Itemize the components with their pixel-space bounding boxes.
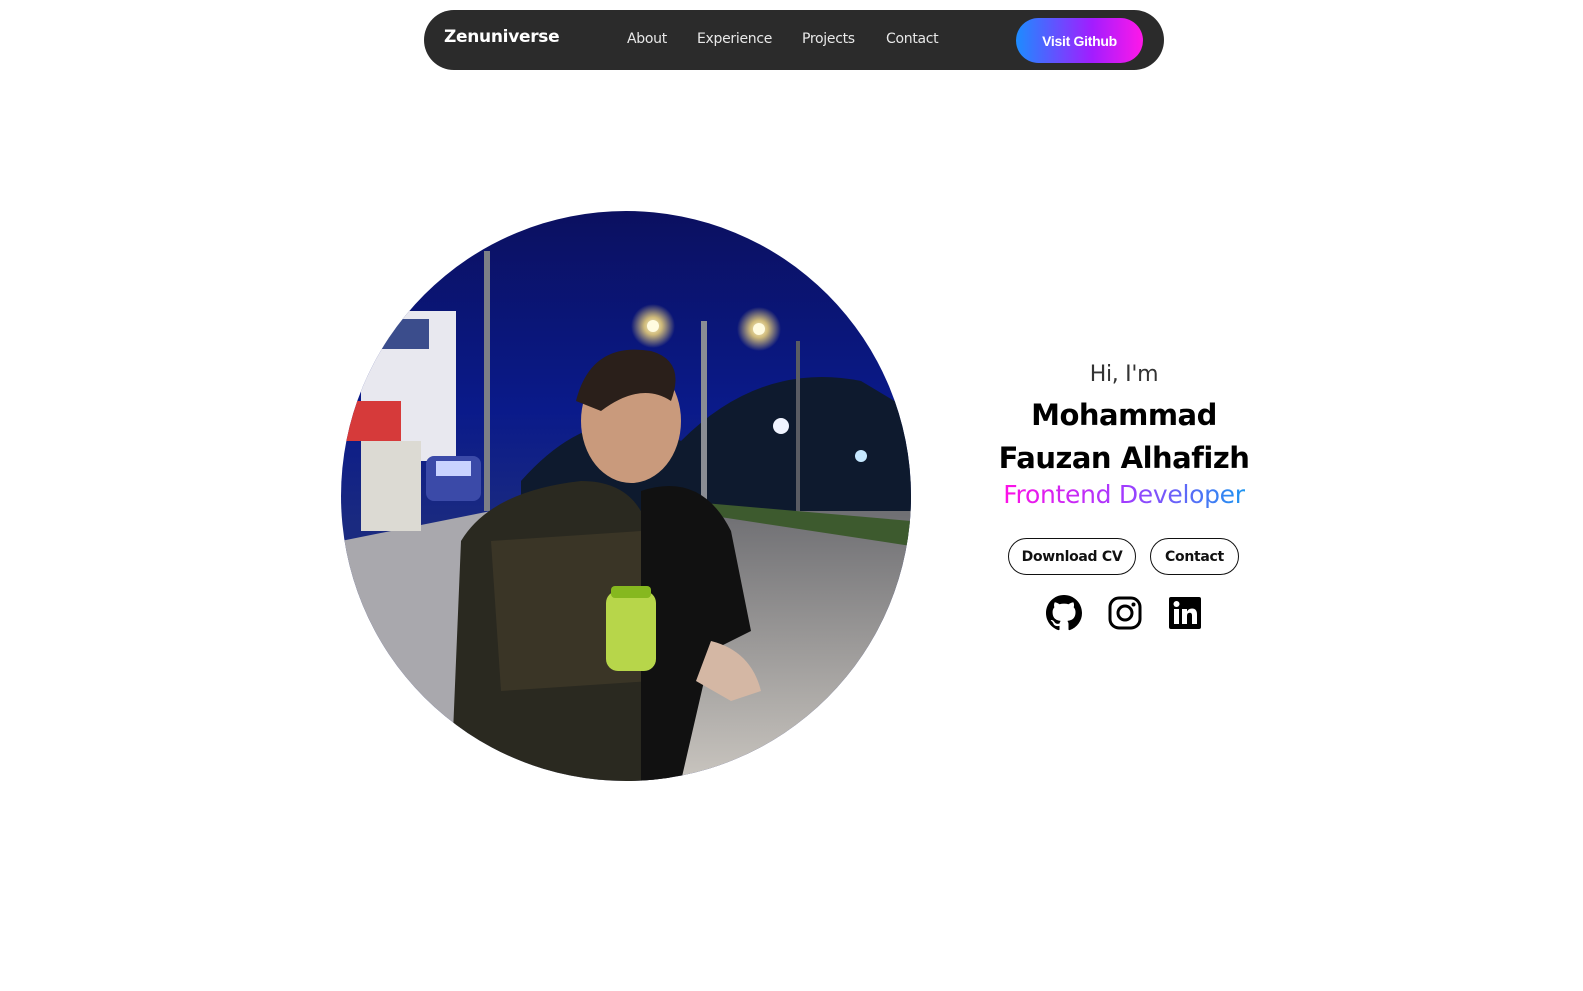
navbar: Zenuniverse About Experience Projects Co… [424, 10, 1164, 70]
github-icon[interactable] [1046, 595, 1082, 631]
brand-logo[interactable]: Zenuniverse [444, 27, 560, 47]
download-cv-button[interactable]: Download CV [1008, 538, 1136, 575]
hero-name: Mohammad Fauzan Alhafizh [998, 398, 1250, 475]
contact-button[interactable]: Contact [1150, 538, 1239, 575]
nav-link-experience[interactable]: Experience [697, 31, 772, 47]
nav-link-contact[interactable]: Contact [886, 31, 939, 47]
visit-github-button[interactable]: Visit Github [1016, 18, 1143, 63]
nav-link-projects[interactable]: Projects [802, 31, 855, 47]
instagram-icon[interactable] [1107, 595, 1143, 631]
hero-role: Frontend Developer [974, 480, 1274, 509]
greeting-text: Hi, I'm [1089, 362, 1159, 387]
profile-photo [341, 211, 911, 781]
linkedin-icon[interactable] [1167, 595, 1203, 631]
role-text: Frontend Developer [1003, 480, 1245, 509]
nav-link-about[interactable]: About [627, 31, 667, 47]
